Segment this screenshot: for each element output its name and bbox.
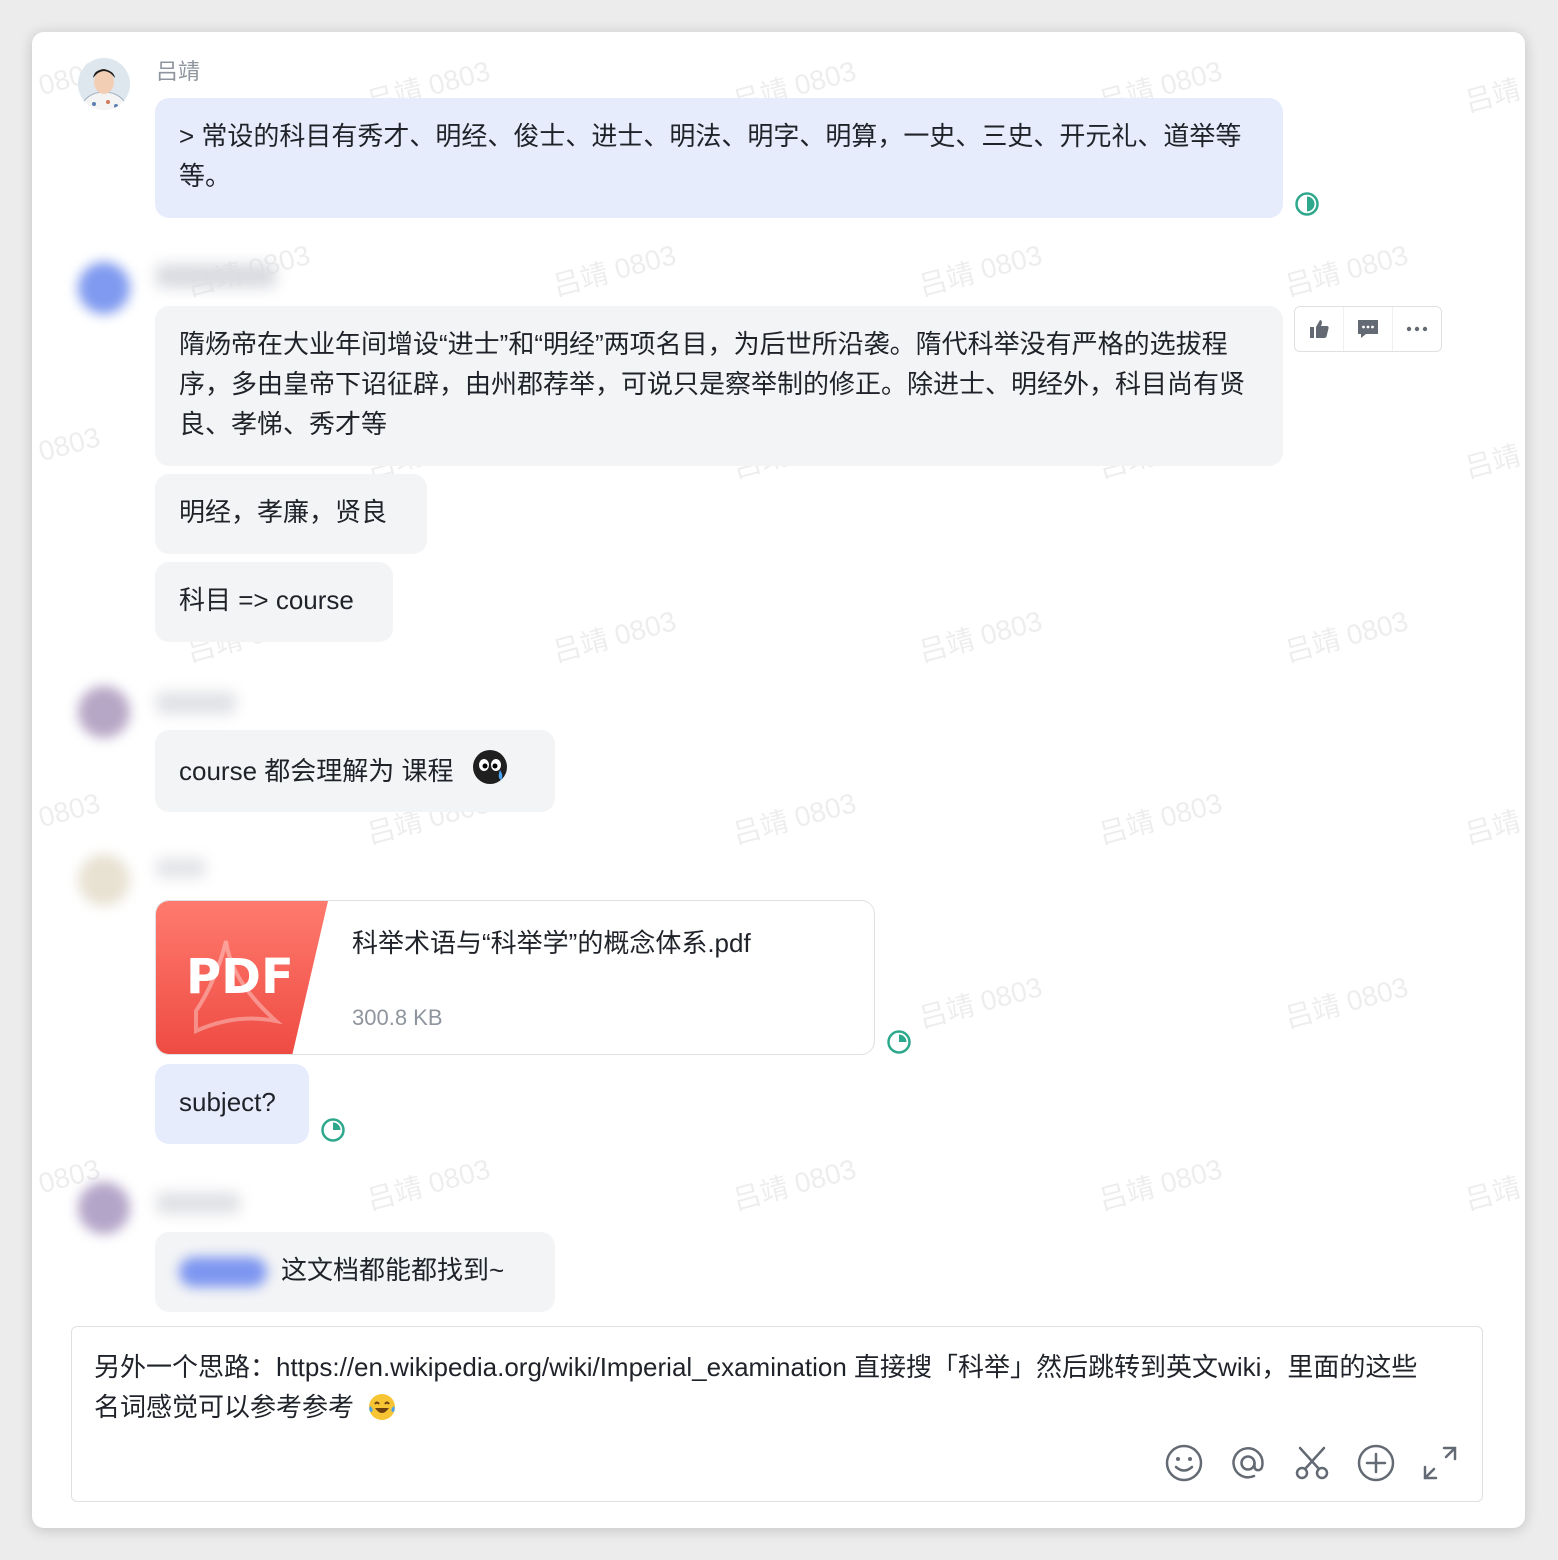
message-text: 明经，孝廉，贤良 <box>179 497 388 527</box>
watermark-text: 吕靖 0803 <box>729 787 860 850</box>
plus-circle-icon[interactable] <box>1356 1443 1396 1483</box>
more-icon <box>1406 326 1428 332</box>
sender-name <box>156 692 236 714</box>
message-bubble[interactable]: course 都会理解为 课程 <box>155 730 555 812</box>
message-text: 隋炀帝在大业年间增设“进士”和“明经”两项名目，为后世所沿袭。隋代科举没有严格的… <box>179 329 1246 439</box>
laughing-tears-emoji-icon <box>369 1394 396 1420</box>
watermark-text: 吕靖 0803 <box>549 605 680 668</box>
scissors-icon[interactable] <box>1292 1443 1332 1483</box>
message-bubble[interactable]: 明经，孝廉，贤良 <box>155 474 427 554</box>
composer-input[interactable]: 另外一个思路：https://en.wikipedia.org/wiki/Imp… <box>94 1347 1442 1427</box>
sender-name: 吕靖 <box>156 59 201 84</box>
reply-comment-icon <box>1358 320 1378 338</box>
mention-icon[interactable] <box>1228 1443 1268 1483</box>
message-bubble[interactable]: 这文档都能都找到~ <box>155 1232 555 1312</box>
thumbs-up-button[interactable] <box>1295 307 1344 351</box>
message-composer[interactable]: 另外一个思路：https://en.wikipedia.org/wiki/Imp… <box>71 1326 1483 1502</box>
watermark-text: 吕靖 0803 <box>1095 1153 1226 1216</box>
message-hover-toolbar <box>1294 306 1442 352</box>
watermark-text: 吕靖 0803 <box>363 1153 494 1216</box>
watermark-text: 吕靖 0803 <box>1461 1153 1525 1216</box>
read-status-icon[interactable] <box>320 1117 346 1143</box>
composer-text: 另外一个思路：https://en.wikipedia.org/wiki/Imp… <box>94 1352 1418 1422</box>
message-bubble[interactable]: > 常设的科目有秀才、明经、俊士、进士、明法、明字、明算，一史、三史、开元礼、道… <box>155 98 1283 218</box>
expand-icon[interactable] <box>1420 1443 1460 1483</box>
watermark-text: 吕靖 0803 <box>32 787 104 850</box>
watermark-text: 吕靖 0803 <box>915 971 1046 1034</box>
message-bubble[interactable]: subject? <box>155 1064 309 1144</box>
watermark-text: 吕靖 0803 <box>1461 787 1525 850</box>
file-attachment-card[interactable]: PDF 科举术语与“科举学”的概念体系.pdf 300.8 KB <box>155 900 875 1055</box>
chat-window: 吕靖 0803 吕靖 0803 吕靖 0803 吕靖 0803 吕靖 0803 吕靖 08… <box>32 32 1525 1528</box>
avatar[interactable] <box>78 58 130 110</box>
watermark-text: 吕靖 0803 <box>1461 55 1525 118</box>
watermark-text: 吕靖 0803 <box>915 605 1046 668</box>
file-name: 科举术语与“科举学”的概念体系.pdf <box>352 928 751 958</box>
message-text: 这文档都能都找到~ <box>281 1255 505 1285</box>
sweat-emoji-icon <box>472 750 507 784</box>
watermark-text: 吕靖 0803 <box>1461 421 1525 484</box>
sender-name <box>156 1192 240 1214</box>
watermark-text: 吕靖 0803 <box>1281 605 1412 668</box>
avatar[interactable] <box>78 262 130 314</box>
message-text: 科目 => course <box>179 585 354 615</box>
watermark-text: 吕靖 0803 <box>1281 239 1412 302</box>
watermark-text: 吕靖 0803 <box>729 1153 860 1216</box>
emoji-icon[interactable] <box>1164 1443 1204 1483</box>
read-status-icon[interactable] <box>886 1029 912 1055</box>
watermark-text: 吕靖 0803 <box>1281 971 1412 1034</box>
mention-tag[interactable] <box>179 1257 267 1288</box>
message-text: > 常设的科目有秀才、明经、俊士、进士、明法、明字、明算，一史、三史、开元礼、道… <box>179 121 1242 191</box>
sender-name <box>156 264 276 288</box>
message-text: subject? <box>179 1087 276 1117</box>
watermark-text: 吕靖 0803 <box>549 239 680 302</box>
reply-button[interactable] <box>1344 307 1393 351</box>
avatar[interactable] <box>78 854 130 906</box>
avatar[interactable] <box>78 1182 130 1234</box>
composer-toolbar <box>1164 1443 1460 1483</box>
file-type-label: PDF <box>186 949 294 1005</box>
message-text: course 都会理解为 课程 <box>179 756 454 786</box>
message-bubble[interactable]: 隋炀帝在大业年间增设“进士”和“明经”两项名目，为后世所沿袭。隋代科举没有严格的… <box>155 306 1283 466</box>
message-bubble[interactable]: 科目 => course <box>155 562 393 642</box>
more-button[interactable] <box>1393 307 1441 351</box>
sender-name <box>156 858 206 878</box>
thumbs-up-icon <box>1310 320 1329 338</box>
watermark-text: 吕靖 0803 <box>1095 787 1226 850</box>
file-size: 300.8 KB <box>352 1005 443 1030</box>
read-status-icon[interactable] <box>1294 191 1320 217</box>
watermark-text: 吕靖 0803 <box>32 421 104 484</box>
avatar[interactable] <box>78 686 130 738</box>
watermark-text: 吕靖 0803 <box>915 239 1046 302</box>
